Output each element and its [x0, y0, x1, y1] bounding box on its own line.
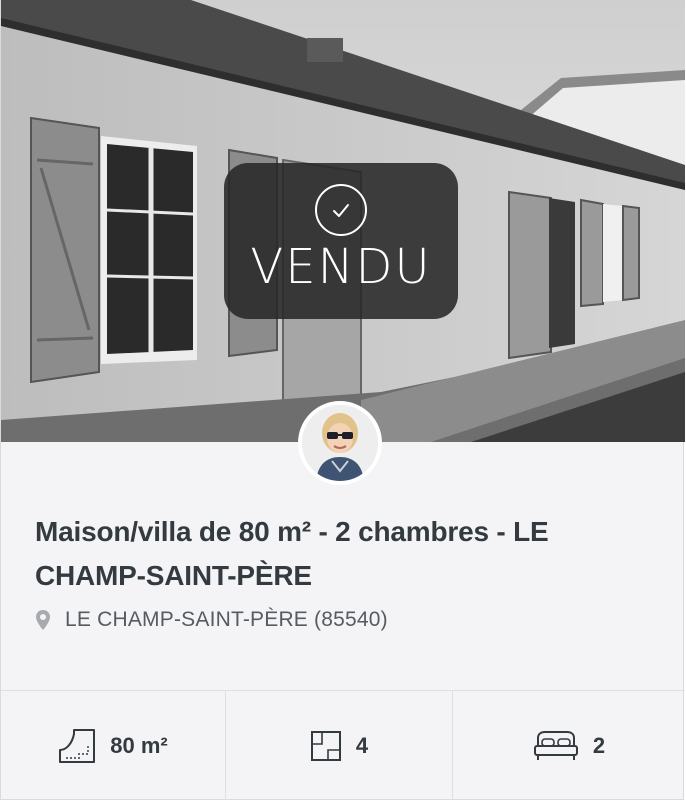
agent-avatar[interactable]	[298, 401, 382, 485]
bedrooms-value: 2	[592, 733, 606, 758]
check-circle-icon	[315, 184, 367, 236]
property-stats: 80 m² 4 2	[1, 690, 685, 800]
stat-surface: 80 m²	[1, 691, 226, 800]
stat-rooms: 4	[226, 691, 453, 800]
rooms-floorplan-icon	[310, 731, 341, 761]
surface-value: 80 m²	[110, 733, 168, 758]
listing-title[interactable]: Maison/villa de 80 m² - 2 chambres - LE …	[35, 510, 649, 598]
map-pin-icon	[36, 610, 50, 630]
surface-area-icon	[59, 729, 96, 763]
property-photo[interactable]: VENDU	[1, 0, 685, 442]
stat-bedrooms: 2	[453, 691, 685, 800]
location-text: LE CHAMP-SAINT-PÈRE (85540)	[65, 608, 388, 631]
listing-location: LE CHAMP-SAINT-PÈRE (85540)	[35, 608, 649, 632]
rooms-value: 4	[355, 733, 369, 758]
bed-icon	[533, 731, 578, 760]
sold-badge: VENDU	[224, 163, 458, 319]
sold-status-label: VENDU	[250, 239, 432, 295]
property-card[interactable]: VENDU Maison/villa de 80 m² - 2 chambres…	[0, 0, 685, 800]
